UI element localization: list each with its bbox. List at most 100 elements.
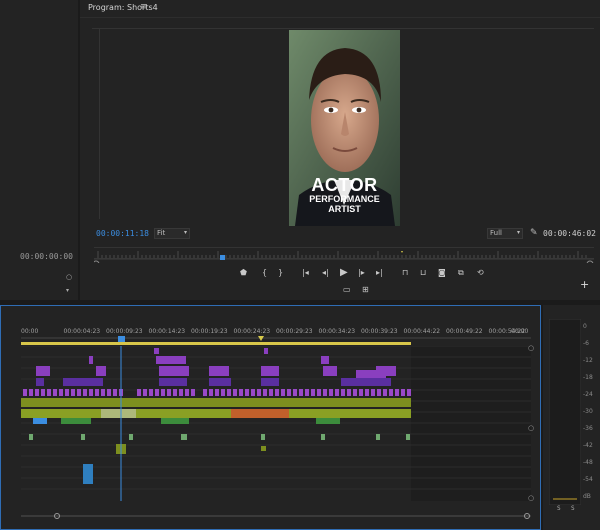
adjustment-clip[interactable]	[21, 398, 411, 407]
add-button-icon[interactable]: +	[580, 278, 589, 291]
timeline-playhead-head[interactable]	[118, 336, 125, 342]
video-clip-segment[interactable]	[275, 389, 279, 396]
audio-keyframe[interactable]	[29, 434, 33, 440]
video-clip-segment[interactable]	[245, 389, 249, 396]
video-clip-segment[interactable]	[353, 389, 357, 396]
video-clip[interactable]	[156, 356, 186, 364]
step-forward-icon[interactable]: |▸	[358, 268, 365, 277]
video-clip-segment[interactable]	[227, 389, 231, 396]
video-clip[interactable]	[96, 366, 106, 376]
video-clip-segment[interactable]	[269, 389, 273, 396]
video-clip[interactable]	[321, 356, 329, 364]
video-clip-segment[interactable]	[341, 389, 345, 396]
mark-out-icon[interactable]: }	[278, 268, 283, 277]
audio-clip[interactable]	[316, 418, 340, 424]
video-clip-segment[interactable]	[41, 389, 45, 396]
video-clip-segment[interactable]	[179, 389, 183, 396]
video-clip-segment[interactable]	[77, 389, 81, 396]
video-clip[interactable]	[264, 348, 268, 354]
video-clip-segment[interactable]	[287, 389, 291, 396]
video-clip-segment[interactable]	[347, 389, 351, 396]
export-frame-icon[interactable]: ◙	[438, 268, 446, 277]
audio-clip[interactable]	[161, 418, 189, 424]
go-to-in-icon[interactable]: |◂	[302, 268, 309, 277]
horizontal-scrollbar[interactable]	[21, 504, 531, 519]
video-clip-segment[interactable]	[113, 389, 117, 396]
video-clip[interactable]	[36, 366, 50, 376]
video-clip[interactable]	[323, 366, 337, 376]
selected-clip[interactable]	[101, 409, 136, 418]
video-clip-segment[interactable]	[215, 389, 219, 396]
video-clip-segment[interactable]	[389, 389, 393, 396]
video-clip-segment[interactable]	[305, 389, 309, 396]
zoom-select[interactable]: Fit ▾	[154, 228, 190, 239]
current-timecode[interactable]: 00:00:11:18	[96, 229, 149, 238]
video-clip-segment[interactable]	[155, 389, 159, 396]
audio-keyframe[interactable]	[81, 434, 85, 440]
video-clip-segment[interactable]	[329, 389, 333, 396]
video-clip-segment[interactable]	[149, 389, 153, 396]
go-to-out-icon[interactable]: ▸|	[376, 268, 383, 277]
work-area-bar[interactable]	[21, 342, 411, 345]
video-clip[interactable]	[261, 366, 279, 376]
wrench-icon[interactable]: ✎	[530, 228, 538, 238]
video-clip-segment[interactable]	[371, 389, 375, 396]
video-clip-segment[interactable]	[35, 389, 39, 396]
video-clip[interactable]	[89, 356, 93, 364]
video-clip-segment[interactable]	[185, 389, 189, 396]
highlighted-clip[interactable]	[231, 409, 289, 418]
snap-icon[interactable]: ⊞	[362, 285, 369, 294]
audio-keyframe[interactable]	[261, 434, 265, 440]
video-clip-segment[interactable]	[401, 389, 405, 396]
audio-keyframe[interactable]	[181, 434, 187, 440]
video-clip[interactable]	[36, 378, 44, 386]
monitor-time-ruler[interactable]	[92, 247, 594, 268]
video-clip-segment[interactable]	[89, 389, 93, 396]
solo-right-button[interactable]: S	[571, 505, 575, 512]
video-clip-segment[interactable]	[161, 389, 165, 396]
comparison-view-icon[interactable]: ⧉	[458, 268, 464, 278]
video-clip[interactable]	[261, 378, 279, 386]
video-clip-segment[interactable]	[29, 389, 33, 396]
video-clip-segment[interactable]	[383, 389, 387, 396]
video-clip-segment[interactable]	[299, 389, 303, 396]
video-clip-segment[interactable]	[359, 389, 363, 396]
video-clip-segment[interactable]	[293, 389, 297, 396]
vertical-scroll-top-handle[interactable]: ○	[528, 344, 534, 352]
marker-icon[interactable]: ⬟	[240, 268, 247, 277]
audio-keyframe[interactable]	[406, 434, 410, 440]
play-icon[interactable]: ▶	[340, 267, 348, 278]
video-clip[interactable]	[63, 378, 103, 386]
video-clip-segment[interactable]	[323, 389, 327, 396]
video-clip-segment[interactable]	[239, 389, 243, 396]
audio-clip[interactable]	[33, 418, 47, 424]
audio-clip-lower[interactable]	[83, 464, 93, 484]
timeline-clips[interactable]	[21, 345, 531, 501]
vertical-scroll-bottom-handle[interactable]: ○	[528, 494, 534, 502]
audio-clip[interactable]	[61, 418, 91, 424]
solo-left-button[interactable]: S	[557, 505, 561, 512]
audio-keyframe[interactable]	[129, 434, 133, 440]
settings-circle-icon[interactable]: ○	[66, 273, 72, 281]
loop-icon[interactable]: ⟲	[477, 268, 484, 277]
video-clip-segment[interactable]	[335, 389, 339, 396]
video-clip-segment[interactable]	[47, 389, 51, 396]
video-clip-segment[interactable]	[257, 389, 261, 396]
video-clip-segment[interactable]	[101, 389, 105, 396]
video-clip-segment[interactable]	[317, 389, 321, 396]
vertical-scroll-mid-handle[interactable]: ○	[528, 424, 534, 432]
video-clip[interactable]	[209, 366, 229, 376]
video-clip-segment[interactable]	[83, 389, 87, 396]
audio-keyframe[interactable]	[321, 434, 325, 440]
video-clip-segment[interactable]	[407, 389, 411, 396]
quality-select[interactable]: Full ▾	[487, 228, 523, 239]
video-clip-segment[interactable]	[65, 389, 69, 396]
video-clip-segment[interactable]	[203, 389, 207, 396]
adjustment-clip[interactable]	[21, 409, 411, 418]
video-clip-segment[interactable]	[191, 389, 195, 396]
video-clip-segment[interactable]	[167, 389, 171, 396]
video-clip-segment[interactable]	[377, 389, 381, 396]
program-tab[interactable]: Program: Shorts4 ≡	[80, 0, 600, 18]
step-back-icon[interactable]: ◂|	[322, 268, 329, 277]
video-clip-segment[interactable]	[251, 389, 255, 396]
